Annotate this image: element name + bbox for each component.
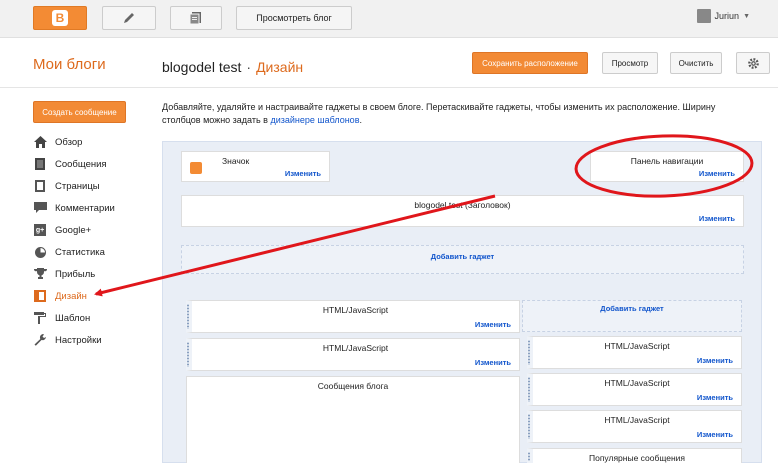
annotation-overlay — [94, 134, 754, 297]
highlight-ellipse — [574, 134, 754, 198]
annotation-arrow — [94, 194, 496, 297]
